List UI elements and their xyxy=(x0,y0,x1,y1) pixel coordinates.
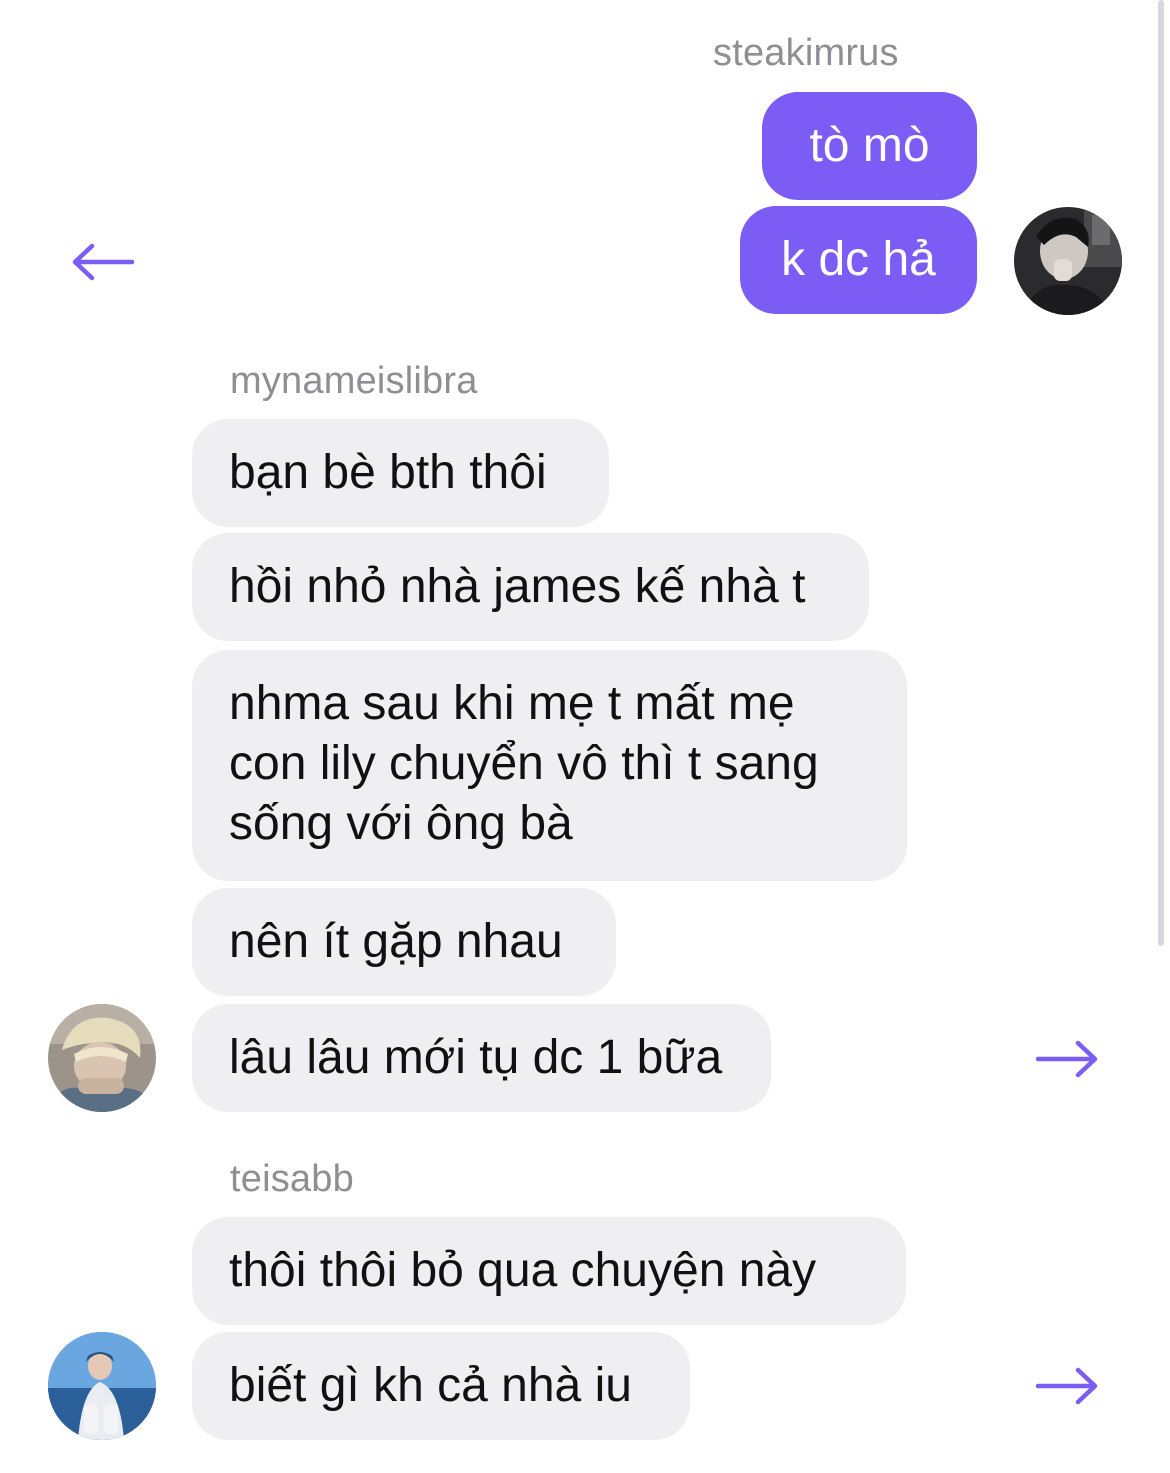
sender-name-teisabb: teisabb xyxy=(230,1158,354,1200)
message-bubble[interactable]: biết gì kh cả nhà iu xyxy=(192,1332,690,1440)
avatar-mynameislibra[interactable] xyxy=(48,1004,156,1112)
message-bubble[interactable]: k dc hả xyxy=(740,206,977,314)
sender-name-steakimrus: steakimrus xyxy=(713,32,899,74)
avatar-steakimrus[interactable] xyxy=(1014,207,1122,315)
message-bubble[interactable]: tò mò xyxy=(762,92,977,200)
arrow-left-icon[interactable] xyxy=(70,242,134,282)
message-bubble[interactable]: lâu lâu mới tụ dc 1 bữa xyxy=(192,1004,771,1112)
message-bubble[interactable]: nên ít gặp nhau xyxy=(192,888,616,996)
scrollbar[interactable] xyxy=(1158,0,1164,946)
arrow-right-icon[interactable] xyxy=(1036,1366,1100,1406)
message-bubble[interactable]: bạn bè bth thôi xyxy=(192,419,609,527)
arrow-right-icon[interactable] xyxy=(1036,1039,1100,1079)
sender-name-mynameislibra: mynameislibra xyxy=(230,360,478,402)
message-bubble[interactable]: thôi thôi bỏ qua chuyện này xyxy=(192,1217,906,1325)
message-bubble[interactable]: hồi nhỏ nhà james kế nhà t xyxy=(192,533,869,641)
avatar-teisabb[interactable] xyxy=(48,1332,156,1440)
message-bubble[interactable]: nhma sau khi mẹ t mất mẹ con lily chuyển… xyxy=(192,650,907,881)
